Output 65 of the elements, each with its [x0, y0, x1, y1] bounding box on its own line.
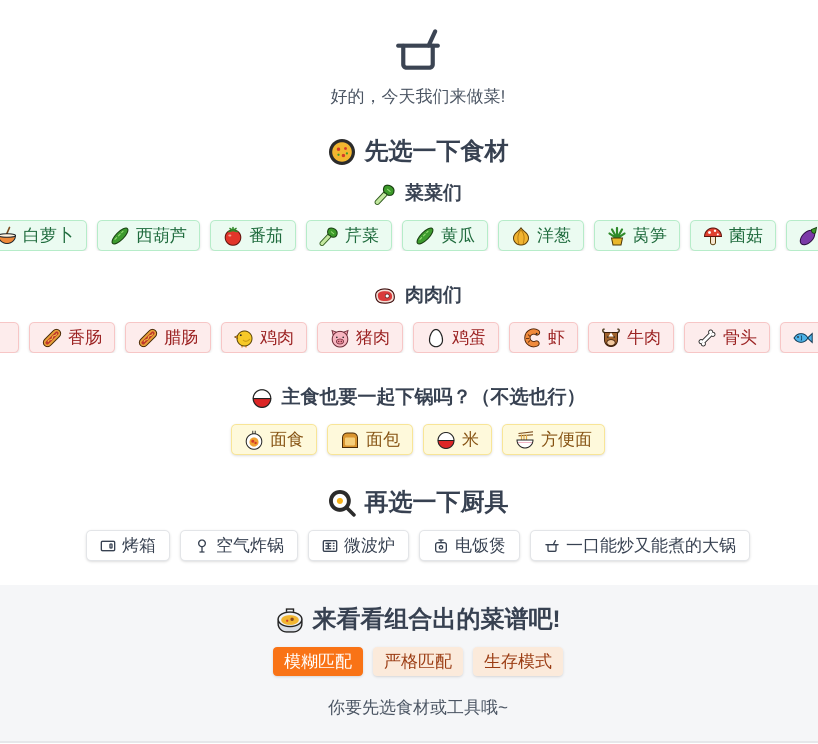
- shrimp-icon: [522, 328, 542, 348]
- leafy-greens-icon: [374, 183, 396, 205]
- bread-icon: [340, 430, 360, 450]
- group-title: 主食也要一起下锅吗？（不选也行）: [282, 386, 586, 410]
- ingredient-chip[interactable]: 白萝卜: [0, 220, 87, 251]
- ingredient-chip[interactable]: [780, 322, 818, 353]
- ingredient-chip[interactable]: 骨头: [684, 322, 770, 353]
- ingredient-chip[interactable]: 洋葱: [498, 220, 584, 251]
- cucumber-icon: [415, 226, 435, 246]
- ingredient-chip[interactable]: 虾: [509, 322, 578, 353]
- pig-face-icon: [330, 328, 350, 348]
- ingredient-chip[interactable]: 牛肉: [588, 322, 674, 353]
- tool-chip[interactable]: 微波炉: [308, 530, 409, 561]
- section-title: 先选一下食材: [364, 137, 508, 167]
- tomato-icon: [223, 226, 243, 246]
- match-mode-button[interactable]: 生存模式: [473, 647, 563, 676]
- rice-bowl-icon: [250, 387, 272, 409]
- pot-icon: [544, 538, 560, 554]
- subtitle: 好的，今天我们来做菜!: [330, 86, 506, 108]
- ingredient-chip[interactable]: 香肠: [29, 322, 115, 353]
- tool-chip[interactable]: 一口能炒又能煮的大锅: [530, 530, 750, 561]
- match-mode-button[interactable]: 严格匹配: [373, 647, 463, 676]
- oven-icon: [100, 538, 116, 554]
- ingredient-chip[interactable]: 莴笋: [594, 220, 680, 251]
- group-title: 菜菜们: [405, 182, 462, 206]
- frying-pan-icon: [328, 489, 356, 517]
- section-title: 再选一下厨具: [364, 488, 508, 518]
- paella-pan-icon: [328, 138, 356, 166]
- ingredient-chip[interactable]: 腊肠: [125, 322, 211, 353]
- ingredient-chip[interactable]: 芹菜: [306, 220, 392, 251]
- ingredient-chip[interactable]: 猪肉: [317, 322, 403, 353]
- ingredient-chip[interactable]: 菌菇: [690, 220, 776, 251]
- eggplant-icon: [799, 226, 818, 246]
- potted-plant-icon: [607, 226, 627, 246]
- ingredient-chip[interactable]: 米: [423, 424, 492, 455]
- ingredient-chip[interactable]: 面食: [231, 424, 317, 455]
- onion-icon: [511, 226, 531, 246]
- leafy-greens-icon: [319, 226, 339, 246]
- ingredient-chip[interactable]: 番茄: [210, 220, 296, 251]
- ingredient-chip[interactable]: 鸡蛋: [413, 322, 499, 353]
- microwave-icon: [322, 538, 338, 554]
- chick-icon: [234, 328, 254, 348]
- ingredient-chip[interactable]: 面包: [327, 424, 413, 455]
- ingredient-chip[interactable]: 方便面: [502, 424, 605, 455]
- tool-chip[interactable]: 电饭煲: [419, 530, 520, 561]
- cow-face-icon: [601, 328, 621, 348]
- ingredient-chip[interactable]: 黄瓜: [402, 220, 488, 251]
- cucumber-icon: [110, 226, 130, 246]
- bowl-icon: [0, 226, 17, 246]
- empty-state-message: 你要先选食材或工具哦~: [328, 697, 508, 719]
- bone-icon: [697, 328, 717, 348]
- tool-chip[interactable]: 空气炸锅: [180, 530, 298, 561]
- group-title: 肉肉们: [405, 284, 462, 308]
- pasta-plate-icon: [244, 430, 264, 450]
- rice-bowl-icon: [436, 430, 456, 450]
- section-title: 来看看组合出的菜谱吧!: [312, 605, 560, 635]
- tool-chip[interactable]: 烤箱: [86, 530, 170, 561]
- ingredient-chip[interactable]: 西葫芦: [97, 220, 200, 251]
- noodle-bowl-icon: [515, 430, 535, 450]
- ingredient-chip[interactable]: 鸡肉: [221, 322, 307, 353]
- mushroom-icon: [703, 226, 723, 246]
- egg-icon: [426, 328, 446, 348]
- pot-icon: [396, 28, 440, 70]
- stew-pot-icon: [276, 606, 304, 634]
- rice-cooker-icon: [433, 538, 449, 554]
